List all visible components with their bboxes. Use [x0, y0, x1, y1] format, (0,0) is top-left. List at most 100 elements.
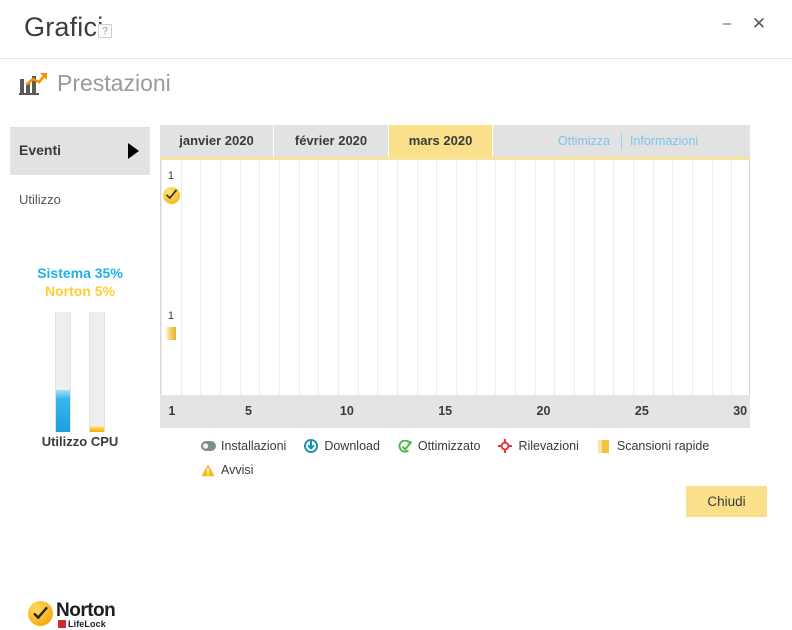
- chart-gridline: [712, 160, 713, 395]
- cpu-system-label: Sistema 35%: [37, 265, 123, 281]
- chart-marker-label: 1: [167, 310, 174, 322]
- legend-label: Rilevazioni: [518, 439, 579, 453]
- cpu-legend: Sistema 35% Norton 5%: [0, 264, 160, 300]
- minimize-icon[interactable]: –: [710, 10, 744, 38]
- tab-janvier-2020[interactable]: janvier 2020: [160, 125, 274, 157]
- chart-gridline: [594, 160, 595, 395]
- legend-item[interactable]: Avvisi: [200, 460, 253, 480]
- sidebar-item-label: Utilizzo: [19, 192, 61, 207]
- legend-item[interactable]: Ottimizzato: [397, 436, 481, 456]
- tab-fevrier-2020[interactable]: février 2020: [274, 125, 389, 157]
- cpu-norton-fill: [90, 426, 104, 432]
- chart-gridline: [633, 160, 634, 395]
- pill-icon: [200, 438, 216, 454]
- sidebar-item-label: Eventi: [19, 142, 62, 158]
- legend-item[interactable]: Scansioni rapide: [596, 436, 709, 456]
- chart-gridline: [279, 160, 280, 395]
- lifelock-label: LifeLock: [68, 619, 106, 629]
- informazioni-link[interactable]: Informazioni: [630, 125, 698, 157]
- legend-row: Avvisi: [200, 460, 760, 480]
- page-title: Prestazioni: [57, 70, 171, 96]
- cpu-system-fill: [56, 390, 70, 432]
- link-divider: [621, 133, 622, 150]
- chart-gridline: [397, 160, 398, 395]
- chart-gridline: [495, 160, 496, 395]
- x-axis-tick: 5: [245, 404, 252, 418]
- chart-marker-scansione[interactable]: [164, 327, 176, 340]
- sidebar-item-eventi[interactable]: Eventi: [10, 127, 150, 175]
- tab-mars-2020[interactable]: mars 2020: [389, 125, 493, 157]
- lifelock-wordmark: LifeLock: [58, 619, 106, 629]
- help-icon[interactable]: ?: [98, 24, 112, 38]
- x-axis-tick: 30: [733, 404, 748, 418]
- chart-gridline: [476, 160, 477, 395]
- chart-gridline: [653, 160, 654, 395]
- chart-gridline: [574, 160, 575, 395]
- legend-row: Installazioni Download Ottimizzato Rilevazi…: [200, 436, 760, 456]
- cpu-norton-track: [89, 312, 105, 432]
- chart-gridline: [613, 160, 614, 395]
- legend-item[interactable]: Installazioni: [200, 436, 286, 456]
- x-axis-tick: 1: [168, 404, 176, 418]
- warning-icon: [200, 462, 216, 478]
- cpu-usage-caption: Utilizzo CPU: [41, 434, 119, 449]
- cpu-system-track: [55, 312, 71, 432]
- chart-marker-ottimizzato[interactable]: [162, 187, 180, 204]
- chart-gridline: [200, 160, 201, 395]
- chart-gridline: [161, 160, 162, 395]
- title-bar: Grafici ? – ✕: [0, 0, 792, 59]
- chart-marker-label: 1: [167, 170, 174, 182]
- chart-gridline: [377, 160, 378, 395]
- ottimizza-link[interactable]: Ottimizza: [558, 125, 610, 157]
- chart-gridline: [259, 160, 260, 395]
- chart-gridline: [318, 160, 319, 395]
- scan-bar-icon: [596, 438, 612, 454]
- section-header: Prestazioni: [0, 58, 792, 110]
- legend-label: Avvisi: [221, 463, 254, 477]
- x-axis-tick: 10: [339, 404, 354, 418]
- cpu-usage-bars: [55, 312, 107, 432]
- legend-label: Scansioni rapide: [616, 439, 710, 453]
- chart-gridline: [535, 160, 536, 395]
- chart-gridline: [456, 160, 457, 395]
- chart-x-axis: 1 5 10 15 20 25 30: [160, 395, 750, 428]
- sidebar: Eventi Utilizzo Sistema 35% Norton 5% Ut…: [0, 112, 160, 629]
- x-axis-tick: 15: [438, 404, 453, 418]
- chiudi-button[interactable]: Chiudi: [686, 486, 767, 517]
- close-icon[interactable]: ✕: [742, 10, 776, 38]
- legend-label: Installazioni: [221, 439, 287, 453]
- cpu-norton-label: Norton 5%: [45, 283, 115, 299]
- performance-chart-icon: [19, 72, 49, 98]
- legend-label: Ottimizzato: [417, 439, 481, 453]
- sidebar-item-utilizzo[interactable]: Utilizzo: [19, 192, 61, 207]
- legend-label: Download: [324, 439, 380, 453]
- chart-gridline: [554, 160, 555, 395]
- chart-gridline: [220, 160, 221, 395]
- x-axis-tick: 20: [536, 404, 551, 418]
- chart-gridline: [436, 160, 437, 395]
- chart-gridline: [358, 160, 359, 395]
- chart-panel: janvier 2020 février 2020 mars 2020 Otti…: [160, 125, 750, 430]
- chart-gridline: [672, 160, 673, 395]
- chart-gridline: [240, 160, 241, 395]
- norton-logo: Norton LifeLock: [28, 600, 140, 630]
- month-tabstrip: janvier 2020 février 2020 mars 2020 Otti…: [160, 125, 750, 160]
- legend-item[interactable]: Rilevazioni: [497, 436, 579, 456]
- chart-plot-area[interactable]: 11: [160, 160, 750, 395]
- chart-gridline: [181, 160, 182, 395]
- chart-gridline: [731, 160, 732, 395]
- chart-legend: Installazioni Download Ottimizzato Rilevazi…: [200, 436, 760, 480]
- optimize-icon: [397, 438, 413, 454]
- legend-item[interactable]: Download: [303, 436, 380, 456]
- chart-gridline: [692, 160, 693, 395]
- download-icon: [303, 438, 319, 454]
- x-axis-tick: 25: [634, 404, 649, 418]
- norton-check-icon: [28, 601, 53, 626]
- target-icon: [497, 438, 513, 454]
- play-arrow-icon: [128, 143, 139, 159]
- window-title: Grafici: [24, 12, 104, 42]
- chart-gridline: [299, 160, 300, 395]
- chart-gridline: [338, 160, 339, 395]
- chart-gridline: [515, 160, 516, 395]
- chart-gridline: [417, 160, 418, 395]
